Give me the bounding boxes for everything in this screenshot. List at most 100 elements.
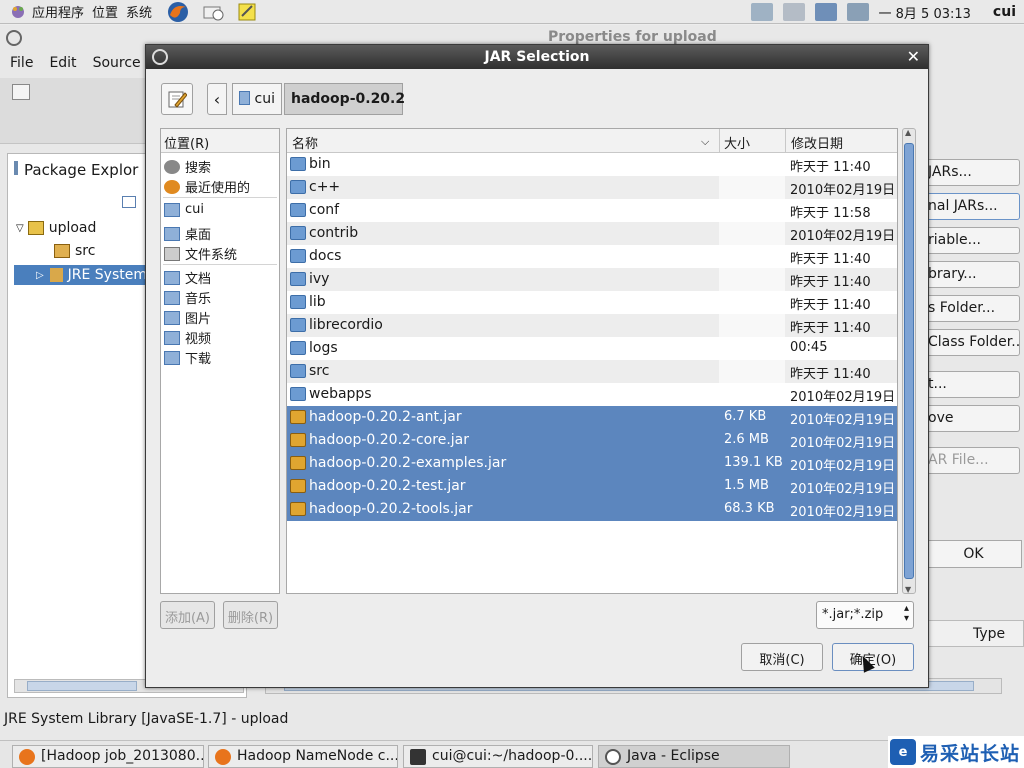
file-row[interactable]: lib 昨天于 11:40	[287, 291, 897, 314]
file-date: 昨天于 11:58	[790, 206, 871, 221]
places-menu[interactable]: 位置	[92, 2, 118, 21]
add-external-jars-button[interactable]: nal JARs...	[926, 193, 1020, 220]
file-row[interactable]: hadoop-0.20.2-tools.jar 68.3 KB 2010年02月19…	[287, 498, 897, 521]
add-variable-button[interactable]: riable...	[926, 227, 1020, 254]
package-explorer-tab[interactable]: Package Explor	[8, 154, 150, 184]
size-cell	[719, 222, 785, 245]
close-icon[interactable]: ✕	[907, 47, 920, 66]
edit-button[interactable]: t...	[926, 371, 1020, 398]
column-modified[interactable]: 修改日期	[791, 133, 843, 152]
vscroll-thumb[interactable]	[904, 143, 914, 579]
file-row[interactable]: hadoop-0.20.2-test.jar 1.5 MB 2010年02月19日	[287, 475, 897, 498]
file-row[interactable]: contrib 2010年02月19日	[287, 222, 897, 245]
place-music[interactable]: 音乐	[164, 288, 211, 307]
expand-icon[interactable]: ▽	[16, 223, 24, 234]
file-date: 2010年02月19日	[790, 413, 896, 428]
notes-launcher-icon[interactable]	[236, 2, 258, 22]
dialog-menu-icon[interactable]	[152, 49, 168, 65]
file-row[interactable]: hadoop-0.20.2-ant.jar 6.7 KB 2010年02月19日	[287, 406, 897, 429]
file-type-filter-value: *.jar;*.zip	[822, 607, 884, 622]
place-filesystem[interactable]: 文件系统	[164, 244, 237, 263]
clock[interactable]: 一 8月 5 03:13	[879, 3, 971, 22]
system-menu[interactable]: 系统	[126, 2, 152, 21]
file-list-vscroll[interactable]: ▲ ▼	[902, 128, 916, 594]
updates-icon[interactable]	[846, 3, 869, 21]
file-row[interactable]: hadoop-0.20.2-examples.jar 139.1 KB 2010年0…	[287, 452, 897, 475]
scroll-up-icon[interactable]: ▲	[905, 128, 911, 137]
file-row[interactable]: src 昨天于 11:40	[287, 360, 897, 383]
add-library-button[interactable]: brary...	[926, 261, 1020, 288]
volume-icon[interactable]	[782, 3, 805, 21]
add-jars-button[interactable]: JARs...	[926, 159, 1020, 186]
cancel-button[interactable]: 取消(C)	[741, 643, 823, 671]
file-date: 2010年02月19日	[790, 505, 896, 520]
mail-launcher-icon[interactable]	[202, 2, 224, 22]
place-pictures[interactable]: 图片	[164, 308, 211, 327]
hscroll-thumb[interactable]	[27, 681, 137, 691]
file-row[interactable]: bin 昨天于 11:40	[287, 153, 897, 176]
folder-icon	[290, 341, 306, 355]
menu-source[interactable]: Source	[93, 55, 141, 71]
add-class-folder-button[interactable]: s Folder...	[926, 295, 1020, 322]
tree-item-upload[interactable]: ▽ upload	[16, 220, 96, 236]
file-row[interactable]: logs 00:45	[287, 337, 897, 360]
place-search[interactable]: 搜索	[164, 157, 211, 176]
display-icon[interactable]	[814, 3, 837, 21]
folder-icon	[290, 272, 306, 286]
file-name: hadoop-0.20.2-tools.jar	[309, 501, 473, 517]
add-place-button[interactable]: 添加(A)	[160, 601, 215, 629]
home-folder-icon	[239, 91, 250, 105]
remove-place-button[interactable]: 删除(R)	[223, 601, 278, 629]
file-type-filter[interactable]: *.jar;*.zip ▴ ▾	[816, 601, 914, 629]
place-documents[interactable]: 文档	[164, 268, 211, 287]
menu-edit[interactable]: Edit	[49, 55, 76, 71]
migrate-jar-button[interactable]: AR File...	[926, 447, 1020, 474]
file-row[interactable]: c++ 2010年02月19日	[287, 176, 897, 199]
expand-icon[interactable]: ▷	[36, 270, 44, 281]
file-row[interactable]: hadoop-0.20.2-core.jar 2.6 MB 2010年02月19日	[287, 429, 897, 452]
file-row[interactable]: librecordio 昨天于 11:40	[287, 314, 897, 337]
file-row[interactable]: conf 昨天于 11:58	[287, 199, 897, 222]
dialog-titlebar[interactable]: JAR Selection ✕	[146, 45, 928, 69]
remove-button[interactable]: ove	[926, 405, 1020, 432]
file-date: 00:45	[790, 340, 828, 355]
column-name[interactable]: 名称	[292, 133, 318, 152]
task-eclipse[interactable]: Java - Eclipse	[598, 745, 790, 768]
applications-menu[interactable]: 应用程序	[8, 2, 84, 21]
task-namenode[interactable]: Hadoop NameNode c...	[208, 745, 398, 768]
properties-title: Properties for upload	[548, 29, 717, 45]
collapse-all-icon[interactable]	[122, 196, 136, 208]
properties-ok-button[interactable]: OK	[926, 540, 1022, 568]
scroll-down-icon[interactable]: ▼	[905, 585, 911, 594]
tree-item-jre[interactable]: ▷ JRE System	[14, 265, 147, 285]
sort-chevron-icon[interactable]: ⌵	[701, 135, 709, 149]
tree-item-src[interactable]: src	[54, 243, 95, 259]
place-videos[interactable]: 视频	[164, 328, 211, 347]
file-date: 2010年02月19日	[790, 482, 896, 497]
breadcrumb-hadoop[interactable]: hadoop-0.20.2	[284, 83, 405, 115]
breadcrumb-cui[interactable]: cui	[232, 83, 282, 115]
file-row[interactable]: ivy 昨天于 11:40	[287, 268, 897, 291]
new-icon[interactable]	[12, 84, 30, 100]
column-size[interactable]: 大小	[724, 133, 750, 152]
file-row[interactable]: webapps 2010年02月19日	[287, 383, 897, 406]
place-downloads[interactable]: 下载	[164, 348, 211, 367]
type-column-header[interactable]: Type	[926, 620, 1024, 647]
eclipse-icon	[605, 749, 621, 765]
firefox-launcher-icon[interactable]	[166, 1, 190, 23]
watermark: e 易采站长站	[888, 736, 1024, 768]
place-recent[interactable]: 最近使用的	[164, 177, 250, 196]
network-icon[interactable]	[750, 3, 773, 21]
place-desktop[interactable]: 桌面	[164, 224, 211, 243]
place-home[interactable]: cui	[164, 202, 204, 217]
task-hadoop-job[interactable]: [Hadoop job_2013080...	[12, 745, 204, 768]
add-external-class-folder-button[interactable]: Class Folder...	[926, 329, 1020, 356]
project-icon	[27, 221, 44, 235]
firefox-icon	[19, 749, 35, 765]
type-location-button[interactable]	[161, 83, 193, 115]
user-name[interactable]: cui	[993, 4, 1016, 20]
menu-file[interactable]: File	[10, 55, 33, 71]
file-row[interactable]: docs 昨天于 11:40	[287, 245, 897, 268]
breadcrumb-back-button[interactable]: ‹	[207, 83, 227, 115]
task-terminal[interactable]: cui@cui:~/hadoop-0....	[403, 745, 593, 768]
